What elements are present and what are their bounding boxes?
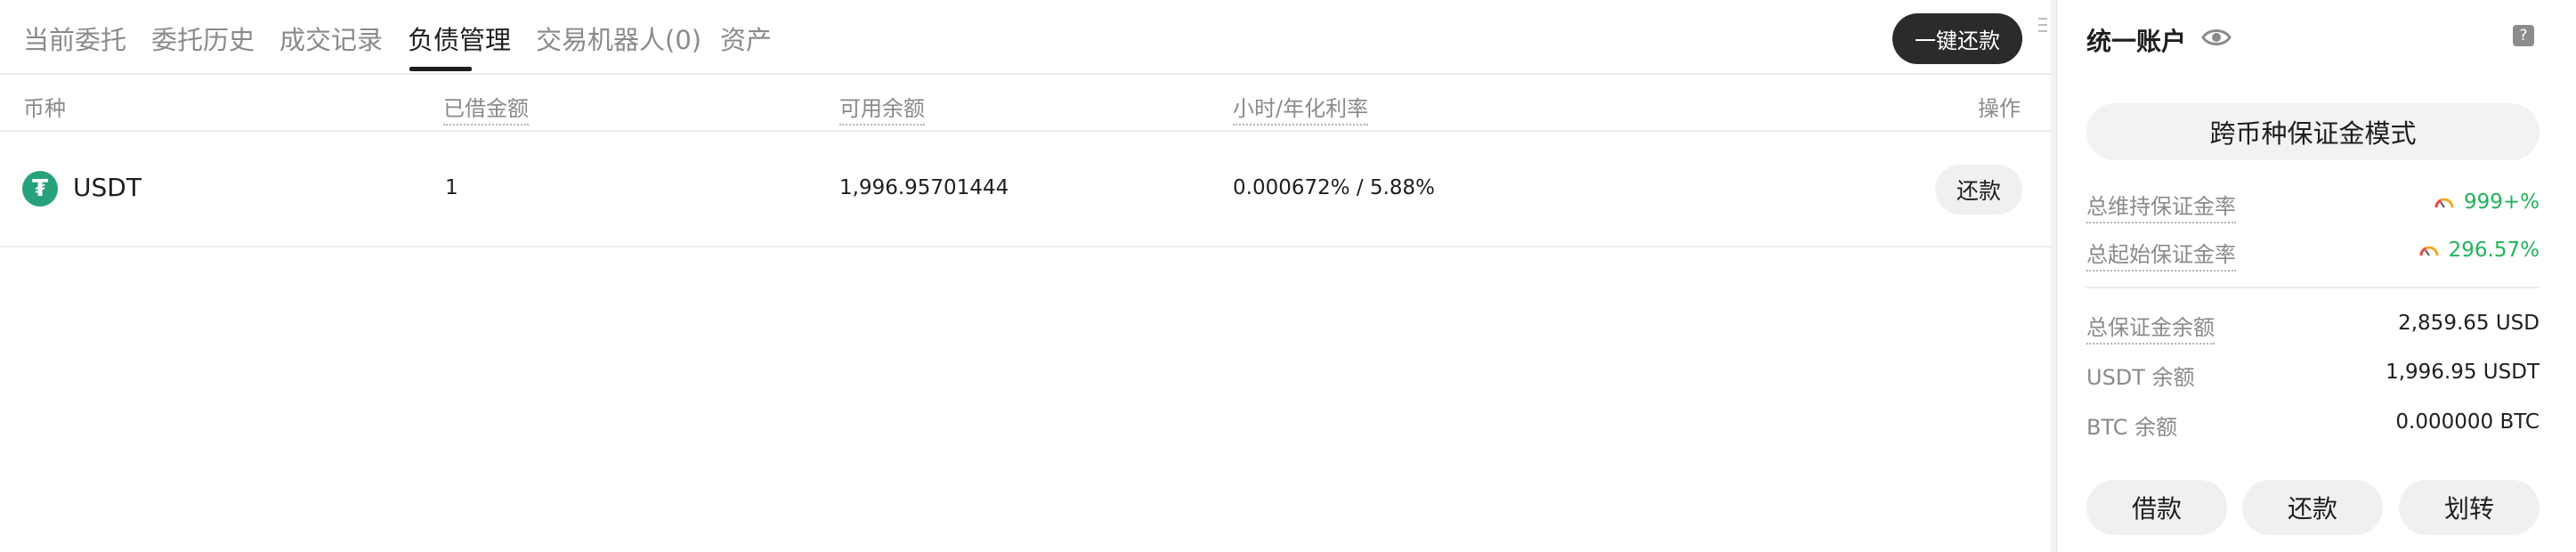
btc-balance-label: BTC 余额 bbox=[2086, 415, 2178, 440]
table-row: ₮ USDT 1 1,996.95701444 0.000672% / 5.88… bbox=[0, 132, 2051, 248]
maintenance-margin-value: 999+% bbox=[2434, 191, 2540, 214]
repay-button[interactable]: 还款 bbox=[1935, 165, 2022, 215]
maintenance-margin-label: 总维持保证金率 bbox=[2086, 189, 2236, 223]
total-margin-balance-label: 总保证金余额 bbox=[2086, 310, 2215, 345]
tab-order-history[interactable]: 委托历史 bbox=[151, 20, 255, 57]
gauge-icon bbox=[2434, 198, 2454, 208]
eye-icon[interactable] bbox=[2201, 24, 2232, 51]
usdt-balance-label: USDT 余额 bbox=[2086, 365, 2195, 390]
borrow-button[interactable]: 借款 bbox=[2086, 480, 2227, 535]
available-balance: 1,996.95701444 bbox=[839, 176, 1009, 199]
panel-title: 统一账户 bbox=[2086, 27, 2187, 56]
repay-panel-button[interactable]: 还款 bbox=[2242, 480, 2383, 535]
repay-all-button[interactable]: 一键还款 bbox=[1892, 13, 2022, 64]
total-margin-balance-value: 2,859.65 USD bbox=[2398, 312, 2540, 335]
margin-mode-button[interactable]: 跨币种保证金模式 bbox=[2086, 103, 2540, 160]
drag-handle-icon[interactable] bbox=[2038, 18, 2047, 37]
active-tab-indicator bbox=[409, 67, 472, 71]
btc-balance-value: 0.000000 BTC bbox=[2395, 410, 2540, 434]
initial-margin-value: 296.57% bbox=[2418, 239, 2540, 262]
transfer-button[interactable]: 划转 bbox=[2399, 480, 2540, 535]
column-header-coin: 币种 bbox=[23, 96, 66, 121]
column-header-interest-rate: 小时/年化利率 bbox=[1233, 91, 1369, 126]
main-panel: 当前委托 委托历史 成交记录 负债管理 交易机器人(0) 资产 一键还款 币种 … bbox=[0, 0, 2051, 552]
tab-bar: 当前委托 委托历史 成交记录 负债管理 交易机器人(0) 资产 一键还款 bbox=[0, 0, 2051, 75]
initial-margin-label: 总起始保证金率 bbox=[2086, 237, 2236, 272]
table-header: 币种 已借金额 可用余额 小时/年化利率 操作 bbox=[0, 75, 2051, 132]
tab-assets[interactable]: 资产 bbox=[720, 20, 772, 57]
divider bbox=[2086, 287, 2540, 288]
tab-open-orders[interactable]: 当前委托 bbox=[23, 20, 126, 57]
tab-trading-bots[interactable]: 交易机器人(0) bbox=[536, 20, 701, 57]
interest-rate: 0.000672% / 5.88% bbox=[1233, 176, 1436, 199]
coin-name: USDT bbox=[73, 173, 142, 202]
tab-liability-management[interactable]: 负债管理 bbox=[408, 20, 511, 57]
tab-trade-history[interactable]: 成交记录 bbox=[279, 20, 383, 57]
column-header-action: 操作 bbox=[1978, 96, 2021, 121]
column-header-available: 可用余额 bbox=[839, 91, 925, 126]
usdt-balance-value: 1,996.95 USDT bbox=[2386, 361, 2540, 384]
borrowed-amount: 1 bbox=[445, 176, 458, 199]
tether-icon: ₮ bbox=[22, 171, 58, 207]
initial-margin-text: 296.57% bbox=[2448, 239, 2540, 262]
maintenance-margin-text: 999+% bbox=[2463, 191, 2540, 214]
gauge-icon bbox=[2419, 246, 2439, 256]
unified-account-panel: 统一账户 ? 跨币种保证金模式 总维持保证金率 999+% 总起始保证金率 29… bbox=[2056, 0, 2576, 552]
column-header-borrowed: 已借金额 bbox=[443, 91, 529, 126]
help-icon[interactable]: ? bbox=[2513, 25, 2534, 46]
